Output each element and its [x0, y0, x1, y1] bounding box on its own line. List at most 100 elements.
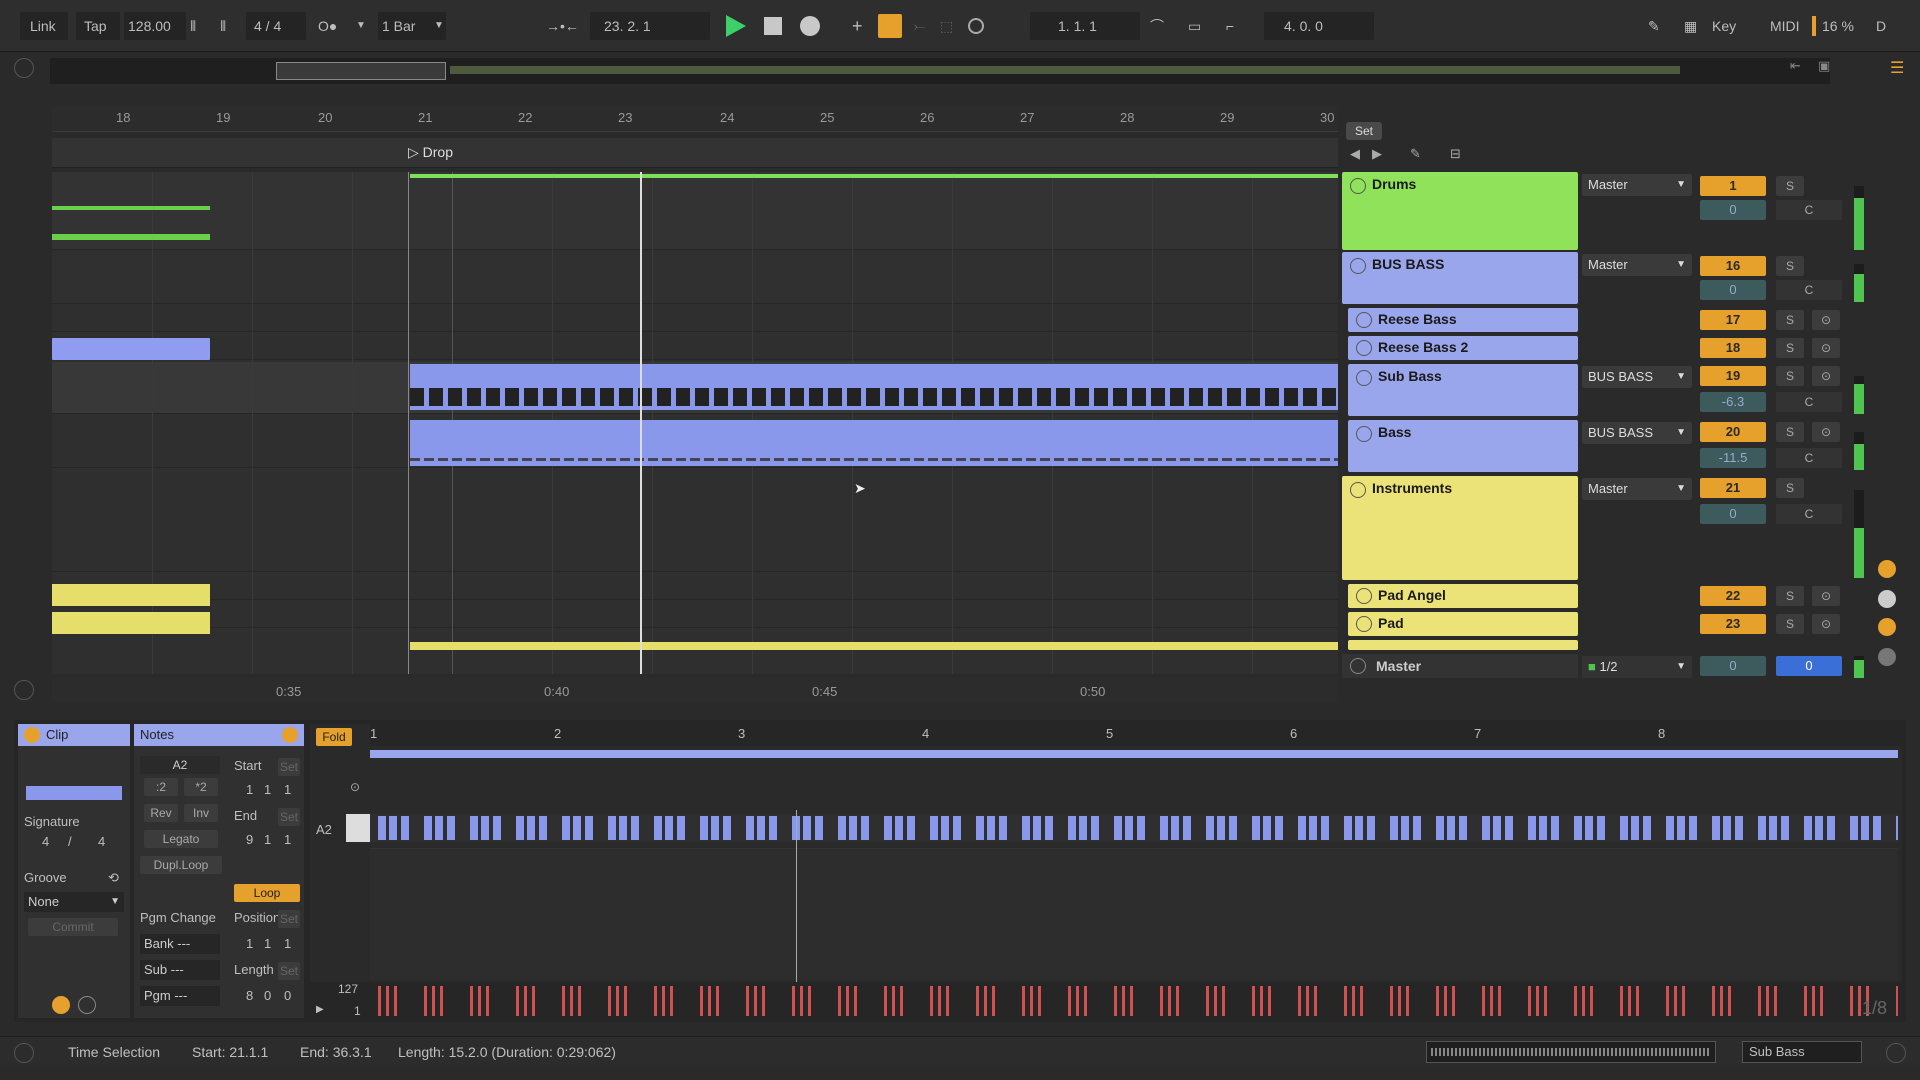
- nudge-down-icon[interactable]: ⦀: [190, 14, 196, 38]
- signature-field[interactable]: 4 / 4: [246, 12, 306, 40]
- track-activator[interactable]: 20: [1700, 422, 1766, 442]
- track-lane-reese-bass-2[interactable]: [52, 334, 1338, 360]
- edit-icon[interactable]: ✎: [1410, 146, 1421, 162]
- zoom-icon[interactable]: [14, 680, 34, 700]
- solo-button[interactable]: S: [1776, 176, 1804, 196]
- track-activator[interactable]: 21: [1700, 478, 1766, 498]
- start-sixteenth[interactable]: 1: [284, 782, 291, 797]
- program-field[interactable]: Pgm ---: [140, 986, 220, 1006]
- fold-button[interactable]: Fold: [316, 728, 352, 746]
- preview-icon[interactable]: ⊙: [350, 780, 360, 794]
- track-lane-bus-bass[interactable]: [52, 252, 1338, 304]
- prev-locator-icon[interactable]: ◀: [1350, 146, 1360, 162]
- audio-toggle-icon[interactable]: [78, 996, 96, 1014]
- reese-bass-clip[interactable]: [52, 338, 210, 360]
- invert-button[interactable]: Inv: [184, 804, 218, 822]
- track-header-master[interactable]: Master: [1342, 654, 1578, 678]
- fold-icon[interactable]: [1350, 482, 1366, 498]
- set-length-button[interactable]: Set: [278, 962, 300, 980]
- link-button[interactable]: Link: [20, 12, 68, 40]
- output-select[interactable]: Master ▼: [1582, 478, 1692, 500]
- fold-icon[interactable]: [1350, 178, 1366, 194]
- position-sixteenth[interactable]: 1: [284, 936, 291, 951]
- output-select[interactable]: Master ▼: [1582, 254, 1692, 276]
- menu-icon[interactable]: ☰: [1890, 58, 1904, 78]
- fold-icon[interactable]: [1356, 370, 1372, 386]
- overdub-icon[interactable]: +: [852, 14, 863, 38]
- capture-icon[interactable]: ⤚: [914, 14, 925, 38]
- track-lane-pad-angel[interactable]: [52, 574, 1338, 600]
- commit-button[interactable]: Commit: [28, 918, 118, 936]
- track-header-instruments[interactable]: Instruments: [1342, 476, 1578, 580]
- view-toggle-icon[interactable]: ▣: [1818, 58, 1830, 74]
- volume-field[interactable]: 0: [1700, 280, 1766, 300]
- play-icon[interactable]: [1356, 616, 1372, 632]
- loop-length-field[interactable]: 4. 0. 0: [1264, 12, 1374, 40]
- solo-button[interactable]: S: [1776, 614, 1804, 634]
- cue-volume-field[interactable]: 0: [1776, 656, 1842, 676]
- locator-marker[interactable]: ▷ Drop: [408, 144, 453, 161]
- master-output-select[interactable]: ■ 1/2 ▼: [1582, 656, 1692, 678]
- track-activator[interactable]: 17: [1700, 310, 1766, 330]
- pan-field[interactable]: C: [1776, 200, 1842, 220]
- track-lane-instruments[interactable]: [52, 470, 1338, 572]
- set-end-button[interactable]: Set: [278, 808, 300, 826]
- solo-button[interactable]: S: [1776, 338, 1804, 358]
- session-record-icon[interactable]: ⬚: [940, 14, 953, 38]
- solo-button[interactable]: S: [1776, 256, 1804, 276]
- beat-time-ruler[interactable]: 18 19 20 21 22 23 24 25 26 27 28 29 30: [52, 106, 1338, 132]
- play-icon[interactable]: [1356, 588, 1372, 604]
- position-field[interactable]: 23. 2. 1: [590, 12, 710, 40]
- notes-tab[interactable]: Notes: [134, 724, 304, 746]
- track-header-drums[interactable]: Drums: [1342, 172, 1578, 250]
- midi-ruler[interactable]: 1 2 3 4 5 6 7 8: [370, 724, 1902, 746]
- track-lane-pad[interactable]: [52, 602, 1338, 628]
- key-map-button[interactable]: Key: [1712, 14, 1736, 38]
- set-start-button[interactable]: Set: [278, 758, 300, 776]
- metronome-dropdown-icon[interactable]: ▼: [356, 14, 366, 38]
- play-icon[interactable]: [1356, 312, 1372, 328]
- pan-field[interactable]: C: [1776, 280, 1842, 300]
- track-activator[interactable]: 22: [1700, 586, 1766, 606]
- locator-lane[interactable]: ▷ Drop: [52, 138, 1338, 168]
- record-arm-icon[interactable]: ⊙: [1812, 310, 1840, 330]
- set-locator-button[interactable]: Set: [1346, 122, 1382, 140]
- record-arm-icon[interactable]: ⊙: [1812, 422, 1840, 442]
- note-row[interactable]: [370, 814, 1898, 842]
- track-header-bass[interactable]: Bass: [1348, 420, 1578, 472]
- track-header-sub-bass[interactable]: Sub Bass: [1348, 364, 1578, 416]
- note-grid[interactable]: [370, 848, 1898, 980]
- pan-field[interactable]: C: [1776, 448, 1842, 468]
- lock-icon[interactable]: ⊟: [1450, 146, 1461, 162]
- bank-field[interactable]: Bank ---: [140, 934, 220, 954]
- end-beat[interactable]: 1: [264, 832, 271, 847]
- loop-start-field[interactable]: 1. 1. 1: [1030, 12, 1140, 40]
- overview-toggle-icon[interactable]: [14, 58, 34, 78]
- track-header-pad-angel[interactable]: Pad Angel: [1348, 584, 1578, 608]
- solo-button[interactable]: S: [1776, 366, 1804, 386]
- sub-bank-field[interactable]: Sub ---: [140, 960, 220, 980]
- track-activator[interactable]: 16: [1700, 256, 1766, 276]
- tap-button[interactable]: Tap: [76, 12, 120, 40]
- overview-viewport[interactable]: [276, 62, 446, 80]
- track-header-reese-bass[interactable]: Reese Bass: [1348, 308, 1578, 332]
- track-activator[interactable]: 18: [1700, 338, 1766, 358]
- clip-tab[interactable]: Clip: [18, 724, 130, 746]
- groove-hot-swap-icon[interactable]: ⟲: [108, 870, 119, 886]
- pad-clip[interactable]: [52, 612, 210, 634]
- returns-toggle-icon[interactable]: [1878, 648, 1896, 666]
- solo-button[interactable]: S: [1776, 422, 1804, 442]
- transpose-field[interactable]: A2: [140, 756, 220, 774]
- reverse-button[interactable]: Rev: [144, 804, 178, 822]
- output-select[interactable]: Master ▼: [1582, 174, 1692, 196]
- midi-notes[interactable]: [378, 816, 1898, 840]
- start-beat[interactable]: 1: [264, 782, 271, 797]
- punch-out-icon[interactable]: ⌐: [1226, 14, 1234, 38]
- loop-switch-icon[interactable]: ▭: [1188, 14, 1201, 38]
- pan-field[interactable]: C: [1776, 504, 1842, 524]
- punch-in-icon[interactable]: ⌒: [1150, 14, 1164, 38]
- arrangement-overview[interactable]: [50, 58, 1830, 84]
- play-icon[interactable]: [1350, 658, 1366, 674]
- quantize-select[interactable]: 1 Bar ▼: [378, 12, 446, 40]
- track-activator[interactable]: 1: [1700, 176, 1766, 196]
